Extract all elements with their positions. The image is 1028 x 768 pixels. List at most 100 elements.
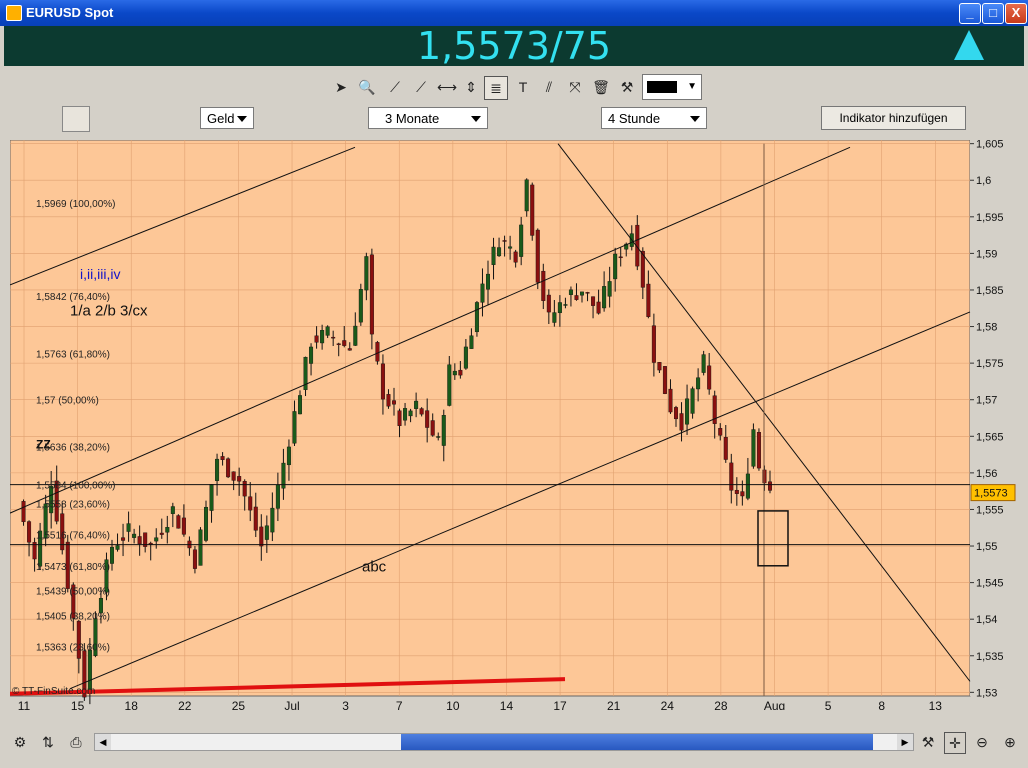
interval-select[interactable]: 4 Stunde: [601, 107, 707, 129]
scrollbar-thumb[interactable]: [401, 734, 873, 750]
candle: [419, 408, 424, 415]
trash-icon[interactable]: 🗑: [590, 76, 612, 98]
candle: [380, 363, 385, 400]
candle: [364, 256, 369, 291]
candle: [314, 335, 319, 343]
candle: [535, 229, 540, 283]
candle: [557, 302, 562, 314]
candle: [342, 340, 347, 346]
candle: [723, 437, 728, 460]
time-scrollbar[interactable]: ◀ ▶: [94, 733, 914, 751]
range-select[interactable]: 3 Monate: [368, 107, 488, 129]
x-tick-label: 5: [825, 699, 832, 710]
candle: [253, 506, 258, 531]
tools-icon[interactable]: ⚒: [616, 76, 638, 98]
y-tick-label: 1,585: [976, 285, 1004, 297]
interval-value: 4 Stunde: [608, 111, 661, 126]
crosshair-icon[interactable]: ✛: [944, 732, 966, 754]
chart-settings-icon[interactable]: ⚙: [10, 732, 30, 752]
candle: [275, 484, 280, 509]
text-icon[interactable]: T: [512, 76, 534, 98]
line-color-picker[interactable]: ▼: [642, 74, 702, 100]
x-tick-label: 17: [553, 699, 567, 710]
candle: [414, 400, 419, 409]
candle: [132, 533, 137, 538]
candle: [563, 304, 568, 306]
fib-label: 1,5363 (23,60%): [36, 642, 110, 653]
candle: [508, 246, 513, 249]
candle: [497, 247, 502, 257]
fib-label: 1,5405 (38,20%): [36, 612, 110, 623]
candle: [165, 527, 170, 533]
price-chart[interactable]: 1,605 1,6 1,595 1,59 1,585 1,58 1,575 1,57 1,565…: [9, 139, 1024, 713]
horizontal-line-icon[interactable]: ⟷: [436, 76, 458, 98]
candle: [176, 515, 181, 529]
line-icon[interactable]: ⟋: [410, 76, 432, 98]
maximize-button[interactable]: □: [982, 3, 1004, 24]
price-type-select[interactable]: Geld: [200, 107, 254, 129]
x-tick-label: 14: [500, 699, 514, 710]
candle: [375, 342, 380, 362]
add-indicator-button[interactable]: Indikator hinzufügen: [821, 106, 966, 130]
candle: [452, 370, 457, 376]
candle: [154, 537, 159, 542]
x-tick-label: 8: [878, 699, 885, 710]
candle: [552, 312, 557, 323]
candle: [651, 325, 656, 363]
zoom-in-icon[interactable]: ⊕: [1000, 732, 1020, 752]
candle: [309, 346, 314, 364]
candle: [602, 286, 607, 309]
candle: [674, 407, 679, 420]
candle: [574, 295, 579, 300]
vertical-line-icon[interactable]: ⇕: [460, 76, 482, 98]
candle: [369, 254, 374, 335]
candle: [121, 537, 126, 541]
x-tick-label: 25: [232, 699, 246, 710]
parallel-icon[interactable]: ⫽: [538, 76, 560, 98]
fibonacci-icon[interactable]: ≣: [484, 76, 508, 100]
indicator-icon[interactable]: ⇅: [38, 732, 58, 752]
candle: [646, 283, 651, 317]
scroll-left-icon[interactable]: ◀: [95, 734, 111, 750]
fib-label: 1,5969 (100,00%): [36, 199, 116, 210]
candle: [203, 506, 208, 541]
drawing-toolbar: ➤ 🔍 ⟋ ⟋ ⟷ ⇕ ≣ T ⫽ ⤧ 🗑 ⚒: [4, 72, 1024, 102]
candle: [198, 529, 203, 566]
channel-icon[interactable]: ⤧: [564, 76, 586, 98]
fib-label: 1,57 (50,00%): [36, 396, 99, 407]
zz-label: ZZ: [36, 438, 51, 452]
candle: [756, 432, 761, 469]
color-swatch: [647, 81, 677, 93]
chart-tools-icon[interactable]: ⚒: [918, 732, 938, 752]
candle: [264, 525, 269, 540]
chart-svg[interactable]: 1,6051,61,5951,591,5851,581,5751,571,565…: [9, 139, 1024, 713]
candle: [519, 224, 524, 257]
zoom-out-icon[interactable]: ⊖: [972, 732, 992, 752]
candle: [403, 408, 408, 421]
y-tick-label: 1,55: [976, 541, 997, 553]
candle: [347, 348, 352, 351]
candle: [137, 536, 142, 545]
candle: [392, 400, 397, 405]
line-icon[interactable]: ⟋: [384, 76, 406, 98]
window-title: EURUSD Spot: [26, 5, 114, 20]
candle: [126, 523, 131, 532]
cursor-icon[interactable]: ➤: [330, 76, 352, 98]
candle: [530, 184, 535, 236]
candle: [181, 517, 186, 535]
candle: [585, 292, 590, 294]
minimize-button[interactable]: _: [959, 3, 981, 24]
candle: [469, 335, 474, 349]
y-tick-label: 1,53: [976, 687, 997, 699]
close-button[interactable]: X: [1005, 3, 1027, 24]
candle: [690, 388, 695, 414]
candle: [458, 369, 463, 376]
indicator-tool-icon[interactable]: [62, 106, 90, 132]
candle: [226, 458, 231, 478]
candle: [159, 532, 164, 535]
print-icon[interactable]: ⎙: [66, 732, 86, 752]
x-tick-label: 28: [714, 699, 728, 710]
price-type-value: Geld: [207, 111, 235, 126]
zoom-icon[interactable]: 🔍: [356, 76, 378, 98]
scroll-right-icon[interactable]: ▶: [897, 734, 913, 750]
